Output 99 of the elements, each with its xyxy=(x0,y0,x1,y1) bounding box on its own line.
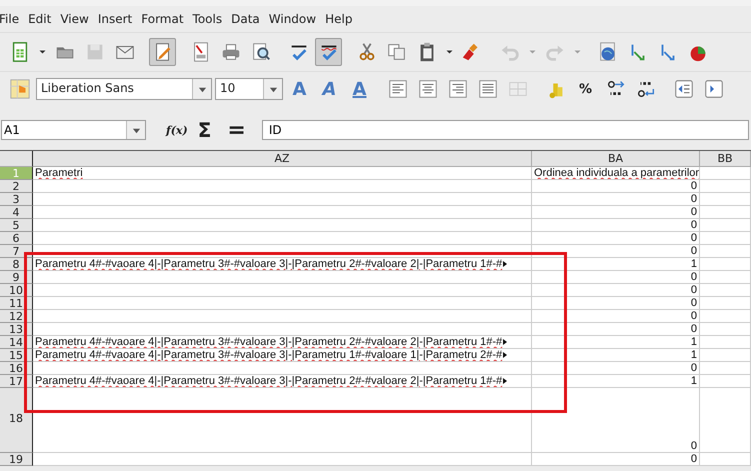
table-cell: Parametru 4#-#vaoare 4|-|Parametru 3#-#valoare 3|-|Parametru 1#-#valoare 1|-|Parametru 2#-# xyxy=(33,349,532,362)
table-cell xyxy=(700,206,751,219)
column-header[interactable]: AZ xyxy=(33,151,532,167)
table-cell: Parametri xyxy=(33,167,532,180)
justify-icon xyxy=(476,78,498,100)
table-cell xyxy=(700,219,751,232)
table-cell: 0 xyxy=(532,206,700,219)
row-header[interactable]: 14 xyxy=(0,336,33,349)
menu-item[interactable]: Format xyxy=(138,10,190,28)
table-cell xyxy=(700,310,751,323)
menu-item[interactable]: View xyxy=(57,10,95,28)
table-cell xyxy=(700,232,751,245)
row-header[interactable]: 11 xyxy=(0,297,33,310)
table-cell: 1 xyxy=(532,375,700,388)
table-cell xyxy=(700,245,751,258)
menu-item[interactable]: Edit xyxy=(25,10,58,28)
format-button[interactable]: A xyxy=(316,75,343,103)
table-cell: 0 xyxy=(532,284,700,297)
row-header[interactable]: 9 xyxy=(0,271,33,284)
row-header[interactable]: 13 xyxy=(0,323,33,336)
table-cell: 0 xyxy=(532,453,700,466)
row-header[interactable]: 7 xyxy=(0,245,33,258)
menu-item[interactable]: Window xyxy=(266,10,322,28)
table-cell: 0 xyxy=(532,388,700,453)
table-cell: 0 xyxy=(532,219,700,232)
function-wizard-button[interactable]: f(x) xyxy=(166,124,188,136)
table-cell: 0 xyxy=(532,362,700,375)
row-header[interactable]: 19 xyxy=(0,453,33,466)
table-cell: Parametru 4#-#vaoare 4|-|Parametru 3#-#valoare 3|-|Parametru 2#-#valoare 2|-|Parametru 1#-# xyxy=(33,375,532,388)
table-cell xyxy=(700,362,751,375)
row-header[interactable]: 5 xyxy=(0,219,33,232)
toolbar-button[interactable] xyxy=(149,38,176,66)
font-name-box[interactable]: Liberation Sans xyxy=(36,78,212,100)
table-cell xyxy=(700,336,751,349)
align-right-icon xyxy=(446,78,468,100)
table-cell xyxy=(700,258,751,271)
caret-icon xyxy=(572,49,582,55)
table-cell: 1 xyxy=(532,336,700,349)
table-cell: 0 xyxy=(532,297,700,310)
row-header[interactable]: 16 xyxy=(0,362,33,375)
table-cell: 0 xyxy=(532,323,700,336)
formula-button[interactable]: = xyxy=(227,118,246,142)
formula-input[interactable]: ID xyxy=(262,120,749,140)
row-header[interactable]: 4 xyxy=(0,206,33,219)
table-cell xyxy=(700,167,751,180)
align-center-icon xyxy=(416,78,438,100)
format-button[interactable]: A xyxy=(346,75,373,103)
font-size-box[interactable]: 10 xyxy=(215,78,283,100)
menu-item[interactable]: File xyxy=(0,10,26,28)
table-cell xyxy=(700,193,751,206)
table-cell: 0 xyxy=(532,193,700,206)
table-cell: Ordinea individuala a parametrilor xyxy=(532,167,700,180)
row-header[interactable]: 12 xyxy=(0,310,33,323)
row-header[interactable]: 15 xyxy=(0,349,33,362)
row-header[interactable]: 10 xyxy=(0,284,33,297)
table-cell xyxy=(700,284,751,297)
sum-button[interactable]: Σ xyxy=(198,118,212,142)
table-cell: 0 xyxy=(532,245,700,258)
table-cell: 0 xyxy=(532,180,700,193)
toolbar-button[interactable] xyxy=(315,38,342,66)
caret-icon xyxy=(444,49,454,55)
caret-icon xyxy=(38,49,46,55)
decrease-indent-icon xyxy=(672,78,694,100)
menu-item[interactable]: Tools xyxy=(190,10,228,28)
row-header[interactable]: 18 xyxy=(0,388,33,453)
column-header[interactable]: BA xyxy=(532,151,700,167)
table-cell: Parametru 4#-#vaoare 4|-|Parametru 3#-#valoare 3|-|Parametru 2#-#valoare 2|-|Parametru 1#-# xyxy=(33,336,532,349)
table-cell: Parametru 4#-#vaoare 4|-|Parametru 3#-#valoare 3|-|Parametru 2#-#valoare 2|-|Parametru 1#-# xyxy=(33,258,532,271)
name-box[interactable]: A1 xyxy=(1,120,146,140)
menu-item[interactable]: Data xyxy=(228,10,266,28)
table-cell xyxy=(700,349,751,362)
table-cell xyxy=(700,375,751,388)
table-cell xyxy=(700,180,751,193)
table-cell xyxy=(700,453,751,466)
styles-hand-icon xyxy=(8,78,30,100)
table-cell: 0 xyxy=(532,271,700,284)
row-header[interactable]: 2 xyxy=(0,180,33,193)
table-cell: 1 xyxy=(532,349,700,362)
format-button[interactable]: A xyxy=(286,75,313,103)
select-all-corner[interactable] xyxy=(0,151,33,167)
align-left-icon xyxy=(386,78,408,100)
table-cell xyxy=(700,388,751,453)
copy-icon xyxy=(386,41,408,63)
table-cell: 0 xyxy=(532,310,700,323)
row-header[interactable]: 17 xyxy=(0,375,33,388)
menu-item[interactable]: Help xyxy=(322,10,358,28)
format-button[interactable]: % xyxy=(572,75,599,103)
row-header[interactable]: 3 xyxy=(0,193,33,206)
table-cell: 1 xyxy=(532,258,700,271)
table-cell xyxy=(700,323,751,336)
row-header[interactable]: 8 xyxy=(0,258,33,271)
column-header[interactable]: BB xyxy=(700,151,751,167)
table-cell: 0 xyxy=(532,232,700,245)
table-cell xyxy=(700,271,751,284)
increase-indent-icon xyxy=(702,78,724,100)
caret-icon xyxy=(528,49,536,55)
row-header[interactable]: 6 xyxy=(0,232,33,245)
menu-item[interactable]: Insert xyxy=(94,10,138,28)
table-cell xyxy=(700,297,751,310)
